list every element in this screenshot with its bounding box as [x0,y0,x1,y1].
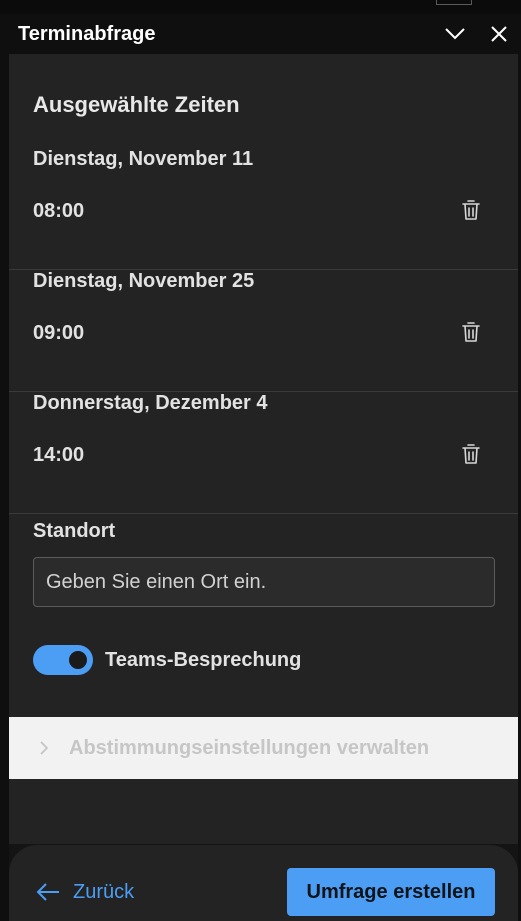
manage-poll-settings-label: Abstimmungseinstellungen verwalten [69,736,430,759]
slot-time: 09:00 [33,322,85,344]
time-slot: Dienstag, November 25 09:00 [9,270,518,392]
close-button[interactable] [477,14,521,54]
window-notch [436,0,472,5]
selected-times-heading: Ausgewählte Zeiten [33,92,240,117]
trash-icon [462,200,480,220]
trash-icon [462,322,480,342]
time-slot: Donnerstag, Dezember 4 14:00 [9,392,518,514]
title-bar: Terminabfrage [0,14,521,54]
create-poll-button[interactable]: Umfrage erstellen [287,868,495,916]
location-input[interactable] [33,557,495,607]
poll-pane: Terminabfrage Ausgewählte Zeiten Diensta… [0,0,521,921]
top-window-strip [0,0,521,14]
back-button[interactable]: Zurück [35,875,134,909]
slot-date: Donnerstag, Dezember 4 [33,392,268,414]
trash-icon [462,444,480,464]
toggle-knob [69,651,87,669]
back-label: Zurück [73,880,135,903]
collapse-button[interactable] [433,14,477,54]
slot-date: Dienstag, November 25 [33,270,255,292]
chevron-down-icon [445,28,465,40]
close-icon [491,26,507,42]
time-slot: Dienstag, November 11 08:00 [9,148,518,270]
delete-slot-button[interactable] [457,440,485,468]
manage-poll-settings-row[interactable]: Abstimmungseinstellungen verwalten [9,717,518,779]
left-edge [0,54,9,921]
pane-title: Terminabfrage [18,22,156,45]
teams-meeting-label: Teams-Besprechung [105,648,302,671]
poll-panel: Ausgewählte Zeiten Dienstag, November 11… [9,54,518,844]
delete-slot-button[interactable] [457,196,485,224]
teams-meeting-toggle[interactable] [33,645,93,675]
footer-bar: Zurück Umfrage erstellen [9,845,518,921]
teams-meeting-row: Teams-Besprechung [33,644,301,676]
location-label: Standort [33,520,116,542]
slot-date: Dienstag, November 11 [33,148,254,170]
chevron-right-icon [39,739,53,757]
slot-time: 14:00 [33,444,85,466]
slot-time: 08:00 [33,200,85,222]
delete-slot-button[interactable] [457,318,485,346]
arrow-left-icon [36,883,59,901]
